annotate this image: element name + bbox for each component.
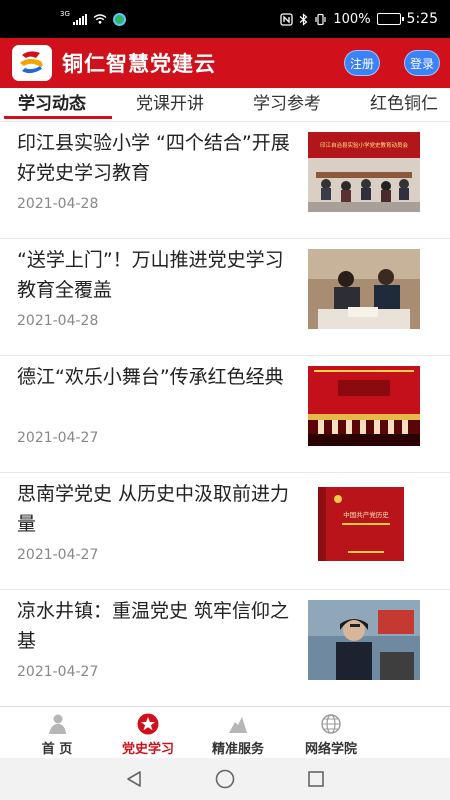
clock: 5:25 (406, 11, 438, 27)
news-item[interactable]: 凉水井镇：重温党史 筑牢信仰之基 2021-04-27 (0, 590, 450, 707)
register-button[interactable]: 注册 (344, 50, 380, 76)
nav-home[interactable]: 首 页 (12, 707, 102, 759)
app-notification-icon (112, 12, 126, 26)
network-type: 3G (60, 10, 70, 18)
system-nav-bar (0, 758, 450, 800)
app-logo (12, 45, 52, 81)
nav-label: 网络学院 (304, 742, 357, 757)
news-date: 2021-04-28 (17, 313, 99, 329)
home-person-icon (49, 714, 66, 734)
news-item[interactable]: 德江“欢乐小舞台”传承红色经典 2021-04-27 (0, 356, 450, 473)
news-title: 德江“欢乐小舞台”传承红色经典 (17, 366, 284, 388)
active-tab-indicator (4, 116, 112, 119)
news-date: 2021-04-27 (17, 430, 99, 446)
status-bar: 3G 100% 5:25 (0, 0, 450, 38)
battery-icon (376, 13, 404, 25)
news-date: 2021-04-27 (17, 664, 99, 680)
nfc-icon (280, 12, 294, 26)
news-title: 思南学党史 从历史中汲取前进力量 (17, 483, 290, 535)
news-thumbnail (308, 600, 420, 680)
news-thumbnail (308, 366, 420, 446)
news-list: 印江县实验小学 “四个结合”开展好党史学习教育 2021-04-28 印江自治县… (0, 122, 450, 707)
home-icon[interactable] (214, 768, 236, 790)
bottom-nav: 首 页 党史学习 精准服务 网络学院 (0, 706, 450, 758)
news-thumbnail (308, 249, 420, 329)
nav-label: 精准服务 (211, 742, 264, 757)
thumbnail-banner-text: 印江自治县实验小学党史教育动员会 (320, 141, 409, 149)
tab-study-reference[interactable]: 学习参考 (253, 88, 321, 121)
news-title: 印江县实验小学 “四个结合”开展好党史学习教育 (17, 132, 290, 184)
bluetooth-icon (299, 12, 308, 26)
news-thumbnail: 印江自治县实验小学党史教育动员会 (308, 132, 420, 212)
service-icon (229, 717, 247, 733)
nav-label: 首 页 (41, 742, 73, 757)
nav-label: 党史学习 (121, 742, 174, 757)
news-item[interactable]: “送学上门”！万山推进党史学习教育全覆盖 2021-04-28 (0, 239, 450, 356)
nav-party-history[interactable]: 党史学习 (103, 707, 193, 759)
back-icon[interactable] (124, 769, 144, 789)
wifi-icon (93, 14, 107, 24)
news-date: 2021-04-27 (17, 547, 99, 563)
app-title: 铜仁智慧党建云 (62, 52, 216, 76)
news-item[interactable]: 印江县实验小学 “四个结合”开展好党史学习教育 2021-04-28 印江自治县… (0, 122, 450, 239)
book-title-text: 中国共产党历史 (343, 510, 389, 519)
news-thumbnail: 中国共产党历史 (308, 483, 420, 563)
vibrate-icon (315, 13, 326, 25)
news-title: 凉水井镇：重温党史 筑牢信仰之基 (17, 600, 290, 652)
news-date: 2021-04-28 (17, 196, 99, 212)
battery-percent: 100% (333, 11, 371, 27)
tab-party-lectures[interactable]: 党课开讲 (136, 88, 204, 121)
signal-icon (72, 13, 87, 25)
nav-online-academy[interactable]: 网络学院 (286, 707, 376, 759)
login-button[interactable]: 登录 (404, 50, 440, 76)
star-badge-icon (137, 713, 159, 735)
app-header: 铜仁智慧党建云 注册 登录 (0, 38, 450, 88)
nav-precise-service[interactable]: 精准服务 (193, 707, 283, 759)
tab-red-tongren[interactable]: 红色铜仁 (370, 88, 438, 121)
globe-icon (321, 714, 341, 734)
news-item[interactable]: 思南学党史 从历史中汲取前进力量 2021-04-27 中国共产党历史 (0, 473, 450, 590)
news-title: “送学上门”！万山推进党史学习教育全覆盖 (17, 249, 284, 301)
recents-icon[interactable] (306, 769, 326, 789)
